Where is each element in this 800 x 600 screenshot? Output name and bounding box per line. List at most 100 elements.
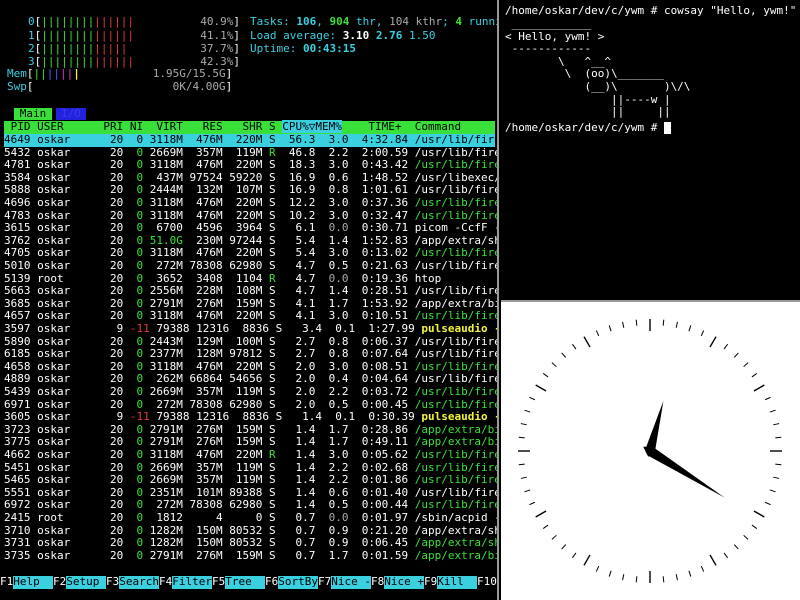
- terminal-prompt[interactable]: /home/oskar/dev/c/ywm #: [505, 121, 671, 135]
- process-pri: 20: [96, 498, 124, 512]
- fkey-f4-label[interactable]: Filter: [172, 575, 212, 589]
- fkey-f1: F1: [0, 575, 14, 588]
- process-cpu: 0.7: [282, 511, 316, 524]
- clock-minute-tick: [561, 352, 567, 358]
- process-ni: 0: [129, 473, 144, 487]
- process-time: 0:07.64: [355, 347, 409, 361]
- process-ni: 0: [129, 309, 144, 323]
- fkey-f9-label[interactable]: Kill: [437, 575, 477, 589]
- process-user: oskar: [37, 170, 97, 184]
- fkey-f1-label[interactable]: Help: [13, 575, 53, 589]
- clock-minute-tick: [518, 436, 525, 439]
- clock-minute-tick: [529, 501, 536, 506]
- process-pid: 4781: [4, 158, 31, 172]
- process-res: 4596: [189, 221, 223, 235]
- header-user[interactable]: USER: [37, 120, 97, 133]
- process-ni: 0: [129, 145, 144, 159]
- process-state: S: [268, 208, 276, 222]
- clock-minute-tick: [688, 325, 692, 332]
- fkey-f10-label[interactable]: Quit: [496, 575, 497, 589]
- process-shr: 220M: [229, 309, 263, 323]
- clock-minute-tick: [572, 343, 577, 350]
- process-shr: 220M: [229, 196, 263, 209]
- process-row[interactable]: 3735 oskar 20 0 2791M 276M 159M S 0.7 1.…: [4, 548, 497, 563]
- process-state: S: [268, 397, 276, 411]
- process-cpu: 16.9: [282, 183, 316, 197]
- header-cpu-mem-sorted[interactable]: CPU%▽MEM%: [282, 120, 342, 133]
- header-res[interactable]: RES: [189, 120, 223, 133]
- process-user: oskar: [37, 435, 97, 449]
- function-key-bar: F1Help F2Setup F3SearchF4FilterF5Tree F6…: [0, 575, 497, 589]
- cpu-number: 2: [28, 42, 35, 55]
- process-time: 0:30.71: [355, 221, 409, 235]
- header-pid[interactable]: PID: [4, 120, 31, 133]
- cpu-number: 0: [28, 15, 35, 28]
- process-pid: 5010: [4, 259, 31, 272]
- process-command: htop: [414, 271, 442, 285]
- cpu-meter-0: 0[|||||||||||||| 40.9%]: [28, 15, 240, 28]
- clock-minute-tick: [733, 352, 739, 358]
- process-time: 0:01.97: [355, 511, 409, 524]
- header-command[interactable]: Command: [415, 120, 461, 133]
- process-pid: 3735: [4, 548, 31, 562]
- process-pid: 5465: [4, 473, 31, 487]
- process-user: oskar: [37, 196, 97, 209]
- process-mem: 0.6: [321, 485, 349, 499]
- process-pid: 5551: [4, 485, 31, 499]
- process-pri: 20: [96, 485, 124, 499]
- fkey-f7-label[interactable]: Nice -: [331, 575, 371, 589]
- process-virt: 2791M: [149, 422, 183, 436]
- process-state: S: [275, 410, 283, 424]
- process-cpu: 1.4: [282, 448, 316, 461]
- process-pid: 5890: [4, 334, 31, 348]
- process-user: oskar: [37, 347, 97, 361]
- fkey-f3-label[interactable]: Search: [119, 575, 159, 589]
- process-pid: 5139: [4, 271, 31, 285]
- process-virt: 2444M: [149, 183, 183, 197]
- process-ni: -11: [129, 322, 150, 335]
- fkey-f6-label[interactable]: SortBy: [278, 575, 318, 589]
- fkey-f2-label[interactable]: Setup: [66, 575, 106, 589]
- process-cpu: 1.4: [282, 485, 316, 499]
- header-shr[interactable]: SHR: [229, 120, 262, 133]
- process-time: 0:37.36: [355, 196, 409, 209]
- process-pid: 3723: [4, 422, 31, 436]
- process-shr: 62980: [229, 397, 263, 411]
- process-command: /usr/lib/firefox/: [414, 498, 497, 512]
- header-ni[interactable]: NI: [130, 120, 143, 133]
- process-ni: 0: [129, 372, 144, 386]
- header-pri[interactable]: PRI: [97, 120, 123, 133]
- header-virt[interactable]: VIRT: [150, 120, 183, 133]
- header-state[interactable]: S: [269, 120, 276, 133]
- cpu-meter-2: 2[||||||||||||| 37.7%]: [28, 42, 240, 55]
- tasks-summary: Tasks: 106, 904 thr, 104 kthr; 4 runnin: [250, 15, 497, 28]
- fkey-f5-label[interactable]: Tree: [225, 575, 265, 589]
- htop-window[interactable]: 0[|||||||||||||| 40.9%] 1[|||||||||||||| …: [0, 0, 499, 600]
- terminal-window[interactable]: /home/oskar/dev/c/ywm # cowsay "Hello, y…: [501, 0, 800, 300]
- fkey-f8-label[interactable]: Nice +: [384, 575, 424, 589]
- process-cpu: 2.7: [282, 334, 316, 348]
- process-state: S: [268, 498, 276, 512]
- clock-minute-tick: [572, 552, 577, 559]
- tab-main[interactable]: Main: [14, 107, 52, 120]
- fkey-f6: F6: [265, 575, 279, 588]
- process-mem: 1.7: [321, 548, 349, 562]
- tab-io[interactable]: I/O: [56, 107, 86, 120]
- clock-window[interactable]: [501, 300, 800, 600]
- process-virt: 272M: [149, 259, 183, 272]
- process-virt: 272M: [149, 397, 183, 411]
- process-user: oskar: [37, 284, 97, 298]
- process-pri: 20: [96, 359, 124, 373]
- process-pid: 3775: [4, 435, 31, 449]
- process-user: oskar: [37, 410, 97, 424]
- process-time: 4:32.84: [355, 133, 409, 146]
- process-command: /usr/lib/firefox/: [414, 385, 497, 398]
- process-pid: 3731: [4, 536, 31, 550]
- process-ni: 0: [129, 511, 144, 524]
- clock-minute-tick: [622, 321, 625, 328]
- process-pri: 20: [96, 133, 124, 146]
- process-time: 0:49.11: [355, 435, 409, 449]
- header-time[interactable]: TIME+: [355, 120, 401, 133]
- process-user: root: [37, 511, 97, 524]
- process-user: oskar: [37, 359, 97, 373]
